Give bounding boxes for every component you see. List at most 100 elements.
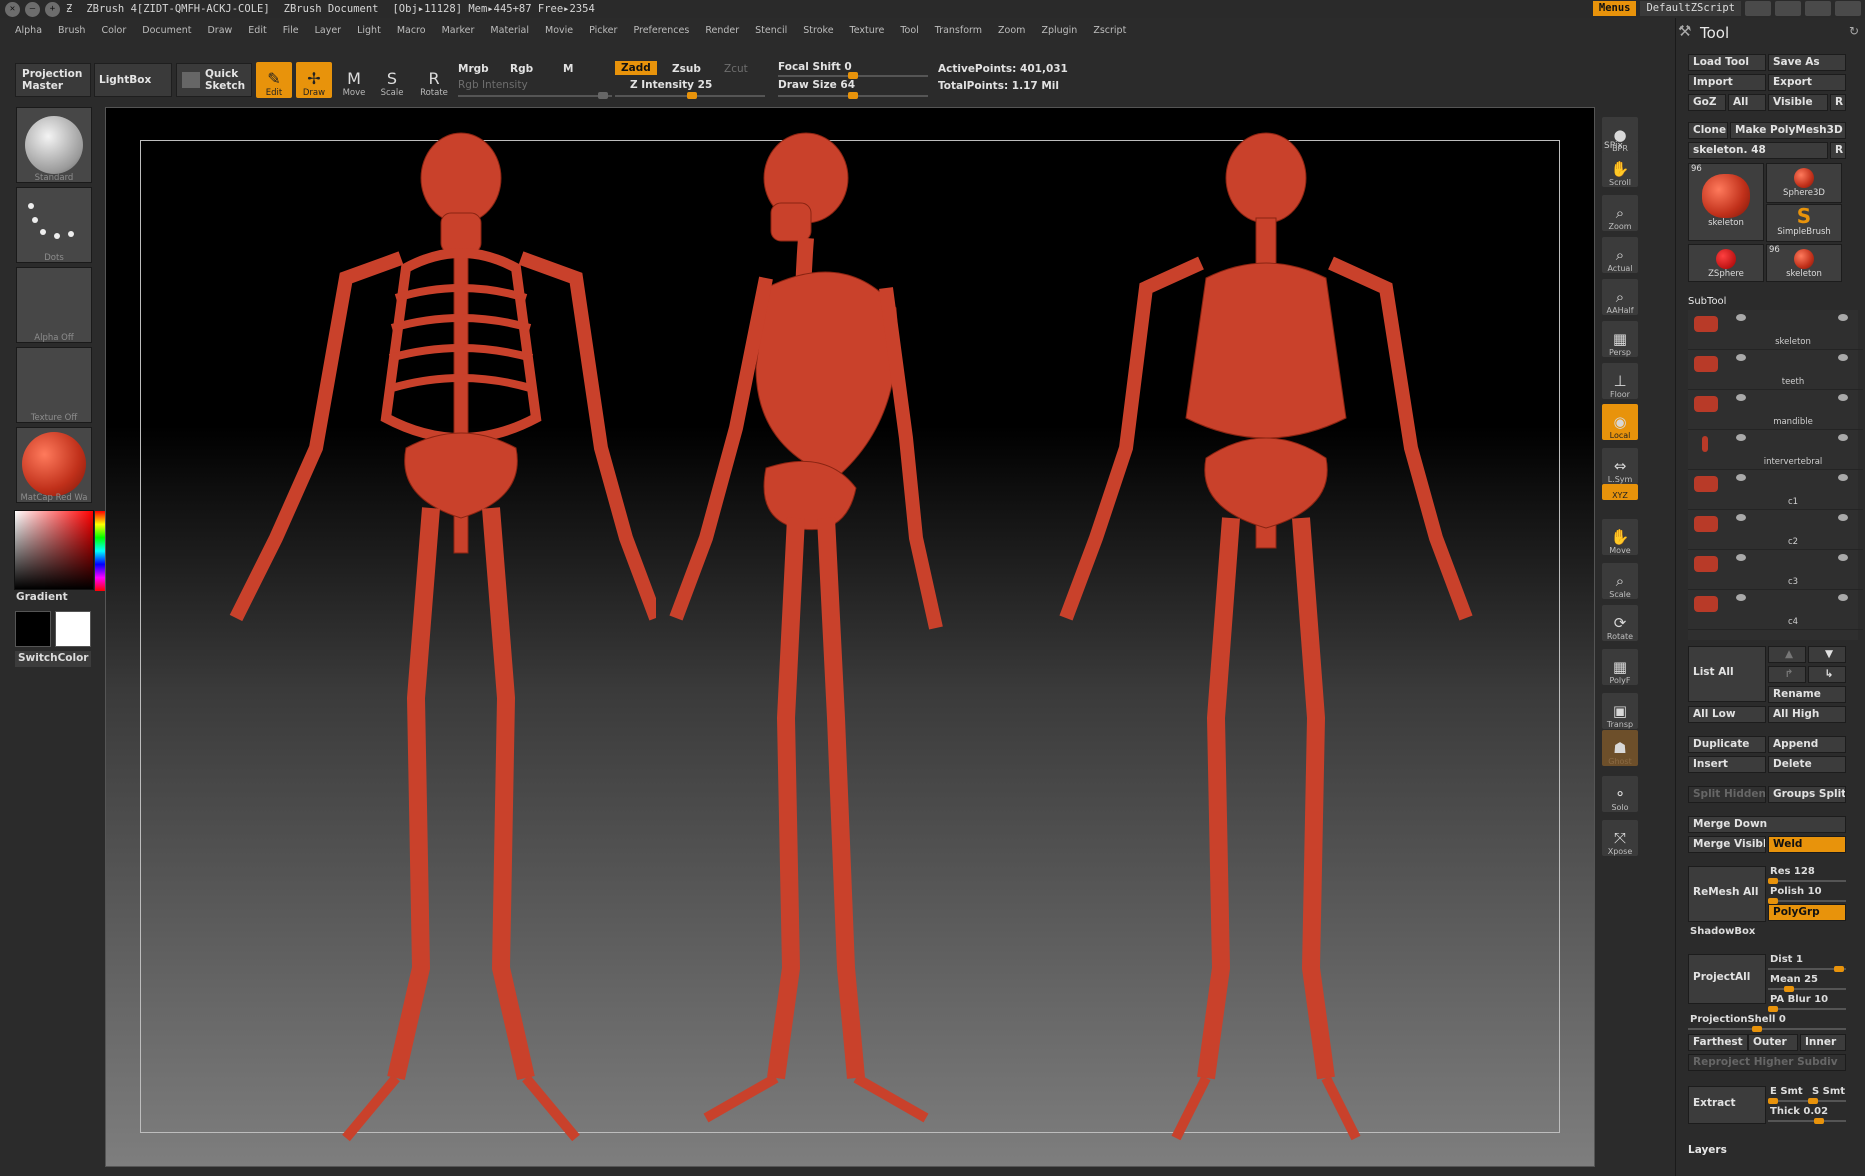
menu-item[interactable]: Movie [545,25,573,36]
subtool-item-intervertebral[interactable]: intervertebral [1688,430,1863,470]
stroke-selector[interactable] [16,187,92,263]
pa-blur-slider[interactable]: PA Blur 10 [1770,994,1828,1005]
subtool-header[interactable]: SubTool [1688,296,1726,307]
ghost-button[interactable]: ☗ Ghost [1602,729,1638,766]
menu-item[interactable]: Texture [850,25,885,36]
visibility-toggle-icon[interactable] [1736,554,1746,561]
minimize-icon[interactable]: – [25,1,40,17]
tool-thumb-simplebrush[interactable]: S SimpleBrush [1766,204,1842,242]
local-button[interactable]: ◉ Local [1602,404,1638,441]
zadd-button[interactable]: Zadd [615,61,657,75]
eye-icon[interactable] [1838,474,1848,481]
rotate-button[interactable]: R Rotate [416,62,452,99]
move-down-arrow-icon[interactable]: ▼ [1808,646,1846,663]
z-intensity-knob[interactable] [687,92,697,99]
xyz-button[interactable]: XYZ [1602,483,1638,500]
dist-track[interactable] [1768,966,1846,972]
groups-split-button[interactable]: Groups Split [1768,786,1846,803]
zoom-button[interactable]: ⌕ Zoom [1602,195,1638,232]
merge-visible-button[interactable]: Merge Visible [1688,836,1766,853]
subtool-item-c4[interactable]: c4 [1688,590,1863,630]
pa-blur-knob[interactable] [1768,1006,1778,1012]
eye-icon[interactable] [1838,314,1848,321]
menu-item[interactable]: Render [705,25,739,36]
dist-slider[interactable]: Dist 1 [1770,954,1803,965]
projection-shell-slider[interactable]: ProjectionShell 0 [1690,1014,1786,1025]
subtool-item-teeth[interactable]: teeth [1688,350,1863,390]
lightbox-button[interactable]: LightBox [94,63,172,97]
menu-item[interactable]: Edit [248,25,266,36]
z-intensity-track[interactable] [615,92,765,99]
clone-button[interactable]: Clone [1688,122,1728,139]
tool-thumb-sphere3d[interactable]: Sphere3D [1766,163,1842,203]
menu-item[interactable]: Draw [207,25,232,36]
solo-button[interactable]: ⚬ Solo [1602,776,1638,813]
menu-item[interactable]: Zoom [998,25,1025,36]
material-selector[interactable] [16,427,92,503]
layers-header[interactable]: Layers [1688,1144,1727,1156]
goz-all-button[interactable]: All [1728,94,1766,111]
xpose-button[interactable]: ⤧ Xpose [1602,820,1638,857]
draw-button[interactable]: ✢ Draw [296,62,332,98]
layout-toggle-icon[interactable] [1835,1,1861,16]
actual-button[interactable]: ⌕ Actual [1602,237,1638,274]
scale-button[interactable]: ⌕ Scale [1602,562,1638,599]
polish-slider[interactable]: Polish 10 [1770,886,1822,897]
projection-shell-track[interactable] [1688,1026,1846,1032]
menu-item[interactable]: Zscript [1093,25,1126,36]
layout-toggle-icon[interactable] [1745,1,1771,16]
mean-knob[interactable] [1784,986,1794,992]
subtool-item-c3[interactable]: c3 [1688,550,1863,590]
color-picker[interactable] [14,510,105,591]
load-tool-button[interactable]: Load Tool [1688,54,1766,71]
subtool-item-c1[interactable]: c1 [1688,470,1863,510]
all-low-button[interactable]: All Low [1688,706,1766,723]
hue-strip[interactable] [95,511,105,591]
duplicate-button[interactable]: Duplicate [1688,736,1766,753]
rgb-intensity-track[interactable] [458,92,612,99]
eye-icon[interactable] [1838,554,1848,561]
scale-button[interactable]: S Scale [374,62,410,99]
mean-track[interactable] [1768,986,1846,992]
menu-item[interactable]: Light [357,25,381,36]
brush-selector[interactable] [16,107,92,183]
menu-item[interactable]: Picker [589,25,617,36]
menu-item[interactable]: Stencil [755,25,787,36]
focal-shift-knob[interactable] [848,72,858,79]
texture-selector[interactable] [16,347,92,423]
res-track[interactable] [1768,878,1846,884]
arrow-icon[interactable]: ↱ [1768,666,1806,683]
delete-button[interactable]: Delete [1768,756,1846,773]
inner-button[interactable]: Inner [1800,1034,1846,1051]
menus-button[interactable]: Menus [1592,1,1637,16]
menu-item[interactable]: Stroke [803,25,833,36]
subtool-item-mandible[interactable]: mandible [1688,390,1863,430]
visibility-toggle-icon[interactable] [1736,474,1746,481]
subtool-item-skeleton[interactable]: skeleton [1688,310,1863,350]
alpha-selector[interactable] [16,267,92,343]
switch-color-button[interactable]: SwitchColor [15,651,91,667]
rgb-intensity-slider[interactable]: Rgb Intensity [458,79,528,91]
canvas-viewport[interactable] [105,107,1595,1167]
maximize-icon[interactable]: + [45,1,60,17]
quick-sketch-button[interactable]: Quick Sketch [176,63,252,97]
menu-item[interactable]: Color [101,25,126,36]
rotate-button[interactable]: ⟳ Rotate [1602,604,1638,641]
projection-master-button[interactable]: Projection Master [15,63,91,97]
scroll-button[interactable]: ✋ Scroll [1602,151,1638,188]
mean-slider[interactable]: Mean 25 [1770,974,1818,985]
menu-item[interactable]: Brush [58,25,85,36]
refresh-icon[interactable]: ↻ [1849,24,1859,38]
tool-thumb-skeleton[interactable]: 96 skeleton [1688,163,1764,241]
menu-item[interactable]: Material [490,25,529,36]
menu-item[interactable]: Zplugin [1041,25,1077,36]
primary-color-swatch[interactable] [55,611,91,647]
z-intensity-slider[interactable]: Z Intensity 25 [630,79,712,91]
goz-visible-button[interactable]: Visible [1768,94,1828,111]
s-smt-slider[interactable]: S Smt [1812,1086,1845,1097]
transp-button[interactable]: ▣ Transp [1602,692,1638,729]
menu-item[interactable]: Marker [442,25,475,36]
e-smt-slider[interactable]: E Smt [1770,1086,1803,1097]
farthest-button[interactable]: Farthest [1688,1034,1748,1051]
menu-item[interactable]: Transform [935,25,982,36]
